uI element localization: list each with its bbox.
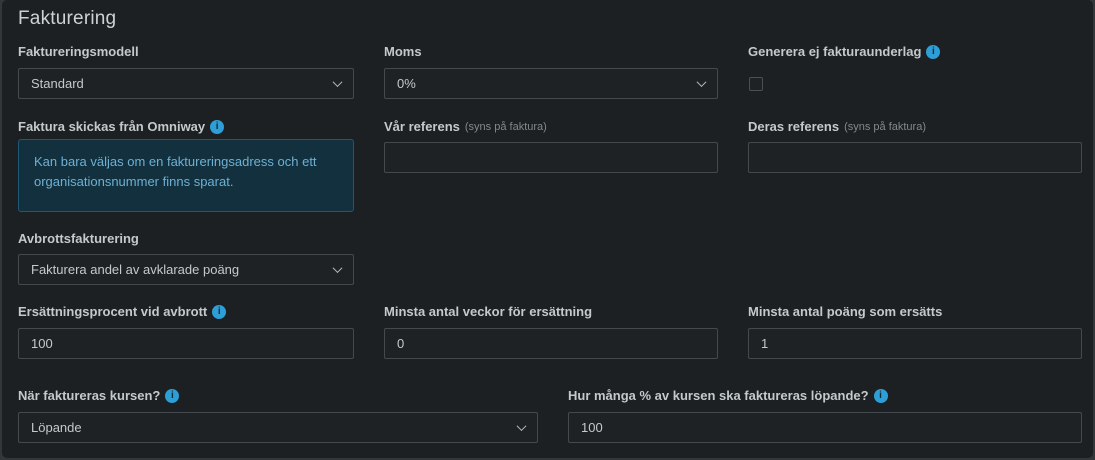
minsta-antal-poang-input[interactable] bbox=[748, 328, 1082, 359]
moms-select[interactable]: 0% bbox=[384, 68, 718, 99]
minsta-antal-veckor-input[interactable] bbox=[384, 328, 718, 359]
minsta-antal-veckor-label: Minsta antal veckor för ersättning bbox=[384, 304, 592, 319]
nar-faktureras-kursen-select[interactable]: Löpande bbox=[18, 412, 538, 443]
avbrottsfakturering-selected-value: Fakturera andel av avklarade poäng bbox=[31, 262, 240, 277]
info-icon[interactable]: i bbox=[873, 388, 888, 403]
var-referens-label: Vår referens (syns på faktura) bbox=[384, 119, 547, 134]
faktureringsmodell-select[interactable]: Standard bbox=[18, 68, 354, 99]
faktureringsmodell-label: Faktureringsmodell bbox=[18, 44, 139, 59]
generera-ej-fakturaunderlag-label: Generera ej fakturaunderlag i bbox=[748, 44, 941, 59]
moms-label-text: Moms bbox=[384, 44, 422, 59]
nar-faktureras-kursen-label-text: När faktureras kursen? bbox=[18, 388, 161, 403]
faktura-skickas-info-box: Kan bara väljas om en faktureringsadress… bbox=[18, 139, 354, 212]
chevron-down-icon bbox=[332, 263, 343, 274]
generera-ej-fakturaunderlag-checkbox[interactable] bbox=[749, 77, 763, 91]
faktura-skickas-fran-omniway-label-text: Faktura skickas från Omniway bbox=[18, 119, 206, 134]
nar-faktureras-kursen-label: När faktureras kursen? i bbox=[18, 388, 180, 403]
deras-referens-sublabel: (syns på faktura) bbox=[844, 120, 926, 133]
chevron-down-icon bbox=[332, 77, 343, 88]
nar-faktureras-kursen-selected-value: Löpande bbox=[31, 420, 82, 435]
hur-manga-procent-label-text: Hur många % av kursen ska faktureras löp… bbox=[568, 388, 869, 403]
info-icon[interactable]: i bbox=[212, 304, 227, 319]
deras-referens-label-text: Deras referens bbox=[748, 119, 840, 134]
fakturering-panel: Fakturering Faktureringsmodell Standard … bbox=[2, 0, 1093, 458]
minsta-antal-poang-label-text: Minsta antal poäng som ersätts bbox=[748, 304, 943, 319]
faktura-skickas-fran-omniway-label: Faktura skickas från Omniway i bbox=[18, 119, 225, 134]
deras-referens-input[interactable] bbox=[748, 142, 1082, 173]
avbrottsfakturering-select[interactable]: Fakturera andel av avklarade poäng bbox=[18, 254, 354, 285]
hur-manga-procent-label: Hur många % av kursen ska faktureras löp… bbox=[568, 388, 888, 403]
faktureringsmodell-selected-value: Standard bbox=[31, 76, 84, 91]
var-referens-sublabel: (syns på faktura) bbox=[464, 120, 547, 133]
faktureringsmodell-label-text: Faktureringsmodell bbox=[18, 44, 139, 59]
avbrottsfakturering-label: Avbrottsfakturering bbox=[18, 231, 139, 246]
generera-ej-fakturaunderlag-label-text: Generera ej fakturaunderlag bbox=[748, 44, 922, 59]
var-referens-label-text: Vår referens bbox=[384, 119, 460, 134]
moms-selected-value: 0% bbox=[397, 76, 416, 91]
ersattningsprocent-input[interactable] bbox=[18, 328, 354, 359]
ersattningsprocent-label-text: Ersättningsprocent vid avbrott bbox=[18, 304, 208, 319]
info-icon[interactable]: i bbox=[926, 44, 941, 59]
info-icon[interactable]: i bbox=[210, 119, 225, 134]
info-icon[interactable]: i bbox=[165, 388, 180, 403]
page-title: Fakturering bbox=[18, 8, 117, 29]
avbrottsfakturering-label-text: Avbrottsfakturering bbox=[18, 231, 139, 246]
minsta-antal-poang-label: Minsta antal poäng som ersätts bbox=[748, 304, 942, 319]
var-referens-input[interactable] bbox=[384, 142, 718, 173]
ersattningsprocent-label: Ersättningsprocent vid avbrott i bbox=[18, 304, 227, 319]
hur-manga-procent-input[interactable] bbox=[568, 412, 1082, 443]
chevron-down-icon bbox=[696, 77, 707, 88]
minsta-antal-veckor-label-text: Minsta antal veckor för ersättning bbox=[384, 304, 593, 319]
chevron-down-icon bbox=[516, 421, 527, 432]
moms-label: Moms bbox=[384, 44, 422, 59]
deras-referens-label: Deras referens (syns på faktura) bbox=[748, 119, 926, 134]
